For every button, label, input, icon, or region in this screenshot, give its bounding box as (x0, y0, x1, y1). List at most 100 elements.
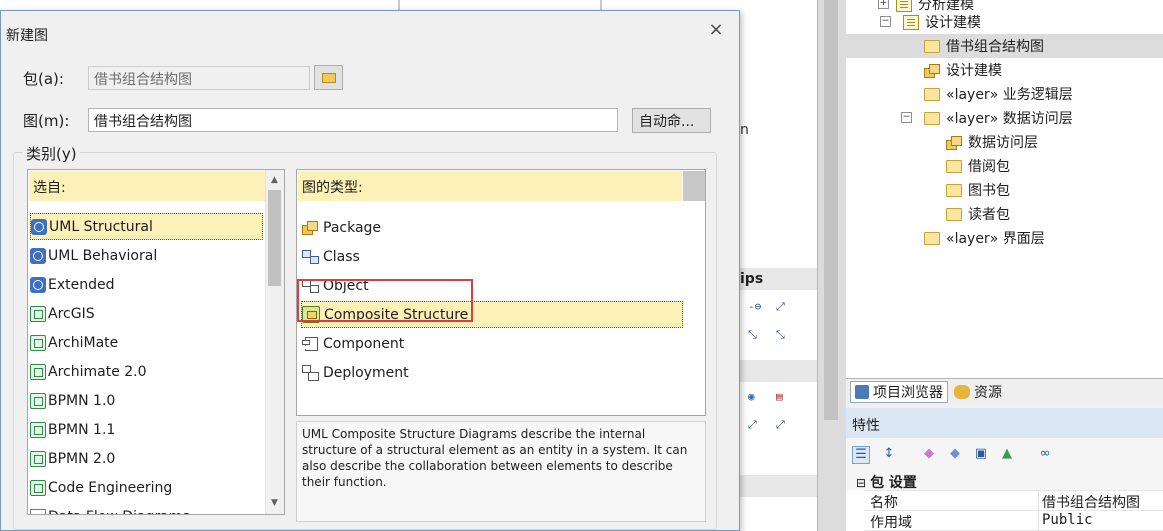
select-from-item[interactable]: UML Behavioral (30, 242, 263, 269)
tag-icon[interactable]: ◆ (946, 446, 964, 464)
toolbox-link-icon[interactable]: ⤡ (776, 328, 792, 342)
select-from-item[interactable]: Extended (30, 271, 263, 298)
properties-section-header[interactable]: ⊟ 包 设置 (846, 470, 1163, 491)
toolbox-dependency-icon[interactable]: ⤢ (776, 300, 792, 314)
property-row-scope[interactable]: 作用域 Public (864, 510, 1163, 531)
toolbox-globe-icon[interactable]: ◉ (748, 390, 764, 404)
tree-item[interactable]: «layer» 数据访问层 (924, 106, 1073, 130)
toolbox-realize-icon[interactable]: ⤡ (748, 328, 764, 342)
diagram-type-item[interactable]: Class (301, 243, 683, 270)
select-from-item[interactable]: DFDData Flow Diagrams (30, 503, 263, 514)
diagram-name-input[interactable]: 借书组合结构图 (88, 108, 618, 132)
diagram-type-label: Class (323, 248, 360, 265)
categorized-view-icon[interactable]: ☰ (852, 446, 870, 464)
select-from-item[interactable]: Code Engineering (30, 474, 263, 501)
folder-icon (946, 183, 962, 197)
select-from-item-label: ArcGIS (48, 305, 95, 322)
diagram-type-description: UML Composite Structure Diagrams describ… (296, 421, 706, 522)
sort-alphabetical-icon[interactable]: ↕ (880, 446, 898, 464)
technology-icon (30, 334, 46, 351)
scroll-up-icon[interactable]: ▲ (266, 172, 283, 189)
select-from-item[interactable]: ArcGIS (30, 300, 263, 327)
dialog-title: 新建图 (6, 28, 48, 44)
select-from-item[interactable]: ArchiMate (30, 329, 263, 356)
tab-project-browser[interactable]: 项目浏览器 (850, 381, 948, 403)
tree-item-label: 图书包 (968, 183, 1010, 199)
tree-item[interactable]: 借书组合结构图 (846, 34, 1163, 58)
tree-item[interactable]: «layer» 界面层 (924, 226, 1045, 250)
select-from-scrollbar[interactable]: ▲ ▼ (265, 170, 284, 514)
folder-icon (946, 159, 962, 173)
properties-window-icon[interactable]: ▣ (972, 446, 990, 464)
model-icon (903, 14, 919, 30)
select-from-item-label: ArchiMate (48, 334, 119, 351)
select-from-item-label: Archimate 2.0 (48, 363, 147, 380)
technology-icon (30, 479, 46, 496)
tree-item[interactable]: 设计建模 (903, 10, 981, 34)
select-from-header: 选自: (29, 171, 265, 201)
property-value[interactable]: 借书组合结构图 (1042, 492, 1140, 512)
diagram-type-item[interactable]: Component (301, 330, 683, 357)
package-icon (946, 135, 962, 150)
tab-resources[interactable]: 资源 (950, 381, 1006, 403)
move-up-icon[interactable]: ▲ (998, 446, 1016, 464)
select-from-item-label: UML Structural (49, 218, 153, 235)
technology-icon (30, 450, 46, 467)
select-from-item-label: BPMN 1.0 (48, 392, 116, 409)
add-tag-icon[interactable]: ◆ (920, 446, 938, 464)
property-value[interactable]: Public (1042, 512, 1093, 528)
properties-title: 特性 (846, 408, 1163, 438)
select-from-list[interactable]: 选自: UML Structural UML Behavioral Extended… (27, 169, 285, 515)
diagram-type-item[interactable]: Package (301, 214, 683, 241)
toolbox-section-header-2[interactable] (740, 360, 817, 382)
browse-package-button[interactable] (314, 65, 343, 90)
auto-name-button[interactable]: 自动命... (632, 108, 711, 133)
tree-item[interactable]: 数据访问层 (946, 130, 1038, 154)
package-label: 包(a): (23, 70, 64, 88)
select-from-item[interactable]: BPMN 1.0 (30, 387, 263, 414)
close-icon[interactable]: × (707, 21, 725, 39)
property-row-name[interactable]: 名称 借书组合结构图 (864, 490, 1163, 512)
uml-icon (31, 218, 47, 235)
toolbox-arrow-icon-2[interactable]: ⤢ (776, 418, 792, 432)
editor-scrollbar[interactable] (824, 0, 838, 420)
tree-item-label: 借书组合结构图 (946, 39, 1044, 55)
tree-item[interactable]: 借阅包 (946, 154, 1010, 178)
select-from-item[interactable]: BPMN 2.0 (30, 445, 263, 472)
uml-icon (30, 247, 46, 264)
folder-icon (924, 39, 940, 53)
select-from-item-label: UML Behavioral (48, 247, 158, 264)
tree-item[interactable]: «layer» 业务逻辑层 (924, 82, 1073, 106)
scroll-thumb[interactable] (268, 190, 281, 286)
component-diagram-icon (301, 335, 319, 352)
toolbox-document-icon[interactable]: ▤ (776, 390, 792, 404)
package-diagram-icon (301, 219, 319, 236)
toolbox-connector-icon[interactable]: -⊖ (748, 300, 764, 314)
scroll-down-icon[interactable]: ▼ (266, 495, 283, 512)
diagram-type-label: Component (323, 335, 405, 352)
toolbox-section-header[interactable]: ips (740, 268, 817, 290)
diagram-type-label: Package (323, 219, 382, 236)
tree-item[interactable]: 图书包 (946, 178, 1010, 202)
properties-column-divider (1038, 490, 1039, 531)
collapse-icon[interactable]: − (880, 16, 891, 27)
diagram-type-item[interactable]: Deployment (301, 359, 683, 386)
collapse-section-icon[interactable]: ⊟ (856, 476, 866, 490)
select-from-item[interactable]: UML Structural (30, 213, 263, 240)
tree-item-label: «layer» 界面层 (946, 231, 1045, 247)
toolbox-arrow-icon[interactable]: ⤢ (748, 418, 764, 432)
class-diagram-icon (301, 248, 319, 265)
tree-item[interactable]: 设计建模 (924, 58, 1002, 82)
select-from-item[interactable]: Archimate 2.0 (30, 358, 263, 385)
resources-icon (954, 385, 970, 399)
expand-icon[interactable]: + (878, 0, 889, 9)
glasses-icon[interactable]: ∞ (1036, 446, 1054, 464)
property-key: 作用域 (870, 515, 912, 531)
collapse-icon[interactable]: − (901, 112, 912, 123)
package-icon (924, 63, 940, 78)
tree-item[interactable]: 读者包 (946, 202, 1010, 226)
toolbox-section-header-3[interactable] (740, 475, 817, 497)
select-from-item[interactable]: BPMN 1.1 (30, 416, 263, 443)
dfd-icon: DFD (30, 508, 46, 514)
properties-toolbar: ☰ ↕ ◆ ◆ ▣ ▲ ∞ (846, 438, 1163, 470)
